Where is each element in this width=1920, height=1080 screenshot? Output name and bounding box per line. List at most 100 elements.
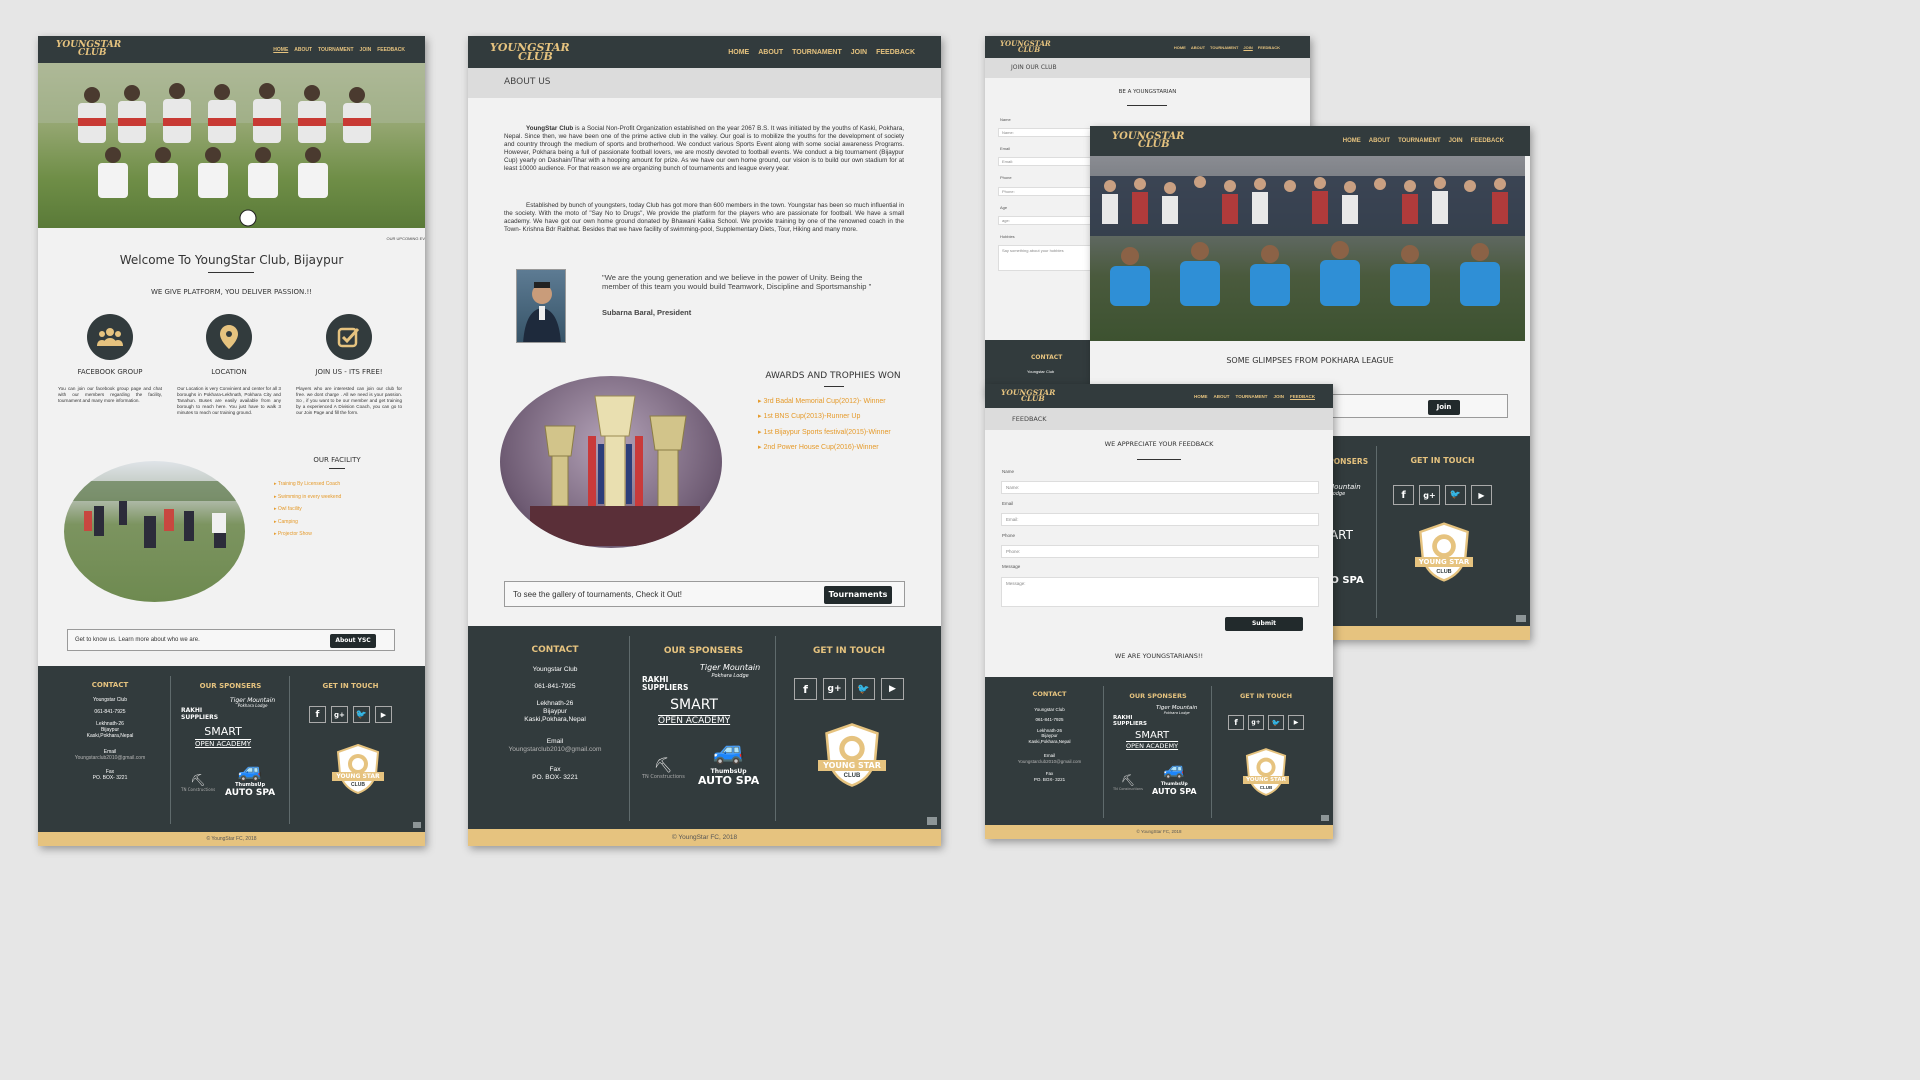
sponsor-tn: ⛏ TN Constructions [181, 773, 216, 792]
footer-touch: GET IN TOUCH f g+ 🐦 ▶ YOUNG STAR CLUB [1380, 456, 1505, 640]
sponsor-tn: ⛏ TN Constructions [1113, 774, 1143, 791]
team-photo [38, 63, 425, 228]
join-button[interactable]: Join [1428, 400, 1460, 415]
twitter-icon[interactable]: 🐦 [353, 706, 370, 723]
home-page-mockup: YOUNGSTAR CLUB HOME ABOUT TOURNAMENT JOIN… [38, 36, 425, 846]
about-ysc-button[interactable]: About YSC [330, 634, 376, 648]
nav-tournament[interactable]: TOURNAMENT [1210, 45, 1238, 50]
nav-join[interactable]: JOIN [1449, 138, 1463, 144]
facility-underline [329, 468, 345, 469]
about-cta-text: Get to know us. Learn more about who we … [75, 637, 200, 643]
scroll-top-button[interactable] [413, 822, 421, 828]
club-logo[interactable]: YOUNGSTAR CLUB [1001, 388, 1055, 402]
scroll-top-button[interactable] [1321, 815, 1329, 821]
google-plus-icon[interactable]: g+ [823, 678, 846, 700]
join-name-field[interactable]: Name: [998, 128, 1098, 137]
nav-about[interactable]: ABOUT [294, 47, 312, 53]
submit-button[interactable]: Submit [1225, 617, 1303, 631]
google-plus-icon[interactable]: g+ [1248, 715, 1264, 730]
sponsor-logos: Tiger Mountain Pokhara Lodge RAKHI SUPPLIE… [173, 698, 288, 818]
footer-email[interactable]: Youngstarclub2010@gmail.com [490, 746, 620, 754]
join-age-field[interactable]: age: [998, 216, 1098, 225]
join-hobbies-field[interactable]: Say something about your hobbies [998, 245, 1098, 271]
feature-join-text: Players who are interested can join our … [296, 386, 402, 415]
facebook-icon[interactable]: f [794, 678, 817, 700]
feedback-phone-field[interactable]: Phone: [1001, 545, 1319, 558]
nav-home[interactable]: HOME [728, 49, 749, 56]
footer-contact-title: CONTACT [1031, 354, 1063, 361]
nav-join[interactable]: JOIN [851, 49, 867, 56]
nav-feedback[interactable]: FEEDBACK [876, 49, 915, 56]
join-nav: HOME ABOUT TOURNAMENT JOIN FEEDBACK [1174, 45, 1280, 50]
nav-home[interactable]: HOME [1194, 394, 1208, 399]
footer-contact-title: CONTACT [1032, 690, 1067, 698]
welcome-title: Welcome To YoungStar Club, Bijaypur [119, 253, 344, 267]
nav-feedback[interactable]: FEEDBACK [377, 47, 405, 53]
nav-feedback[interactable]: FEEDBACK [1290, 394, 1315, 399]
nav-tournament[interactable]: TOURNAMENT [792, 49, 842, 56]
home-header: YOUNGSTAR CLUB HOME ABOUT TOURNAMENT JOIN… [38, 36, 425, 63]
sponsor-tiger: Tiger MountainPokhara Lodge [230, 697, 276, 709]
sponsor-autospa: 🚙 ThumbsUp AUTO SPA [698, 736, 760, 787]
nav-join[interactable]: JOIN [360, 47, 372, 53]
feedback-header: YOUNGSTAR CLUB HOME ABOUT TOURNAMENT JOIN… [985, 384, 1333, 408]
sponsor-autospa: 🚙 ThumbsUp AUTO SPA [1152, 759, 1197, 796]
nav-home[interactable]: HOME [273, 47, 288, 53]
facebook-icon[interactable]: f [309, 706, 326, 723]
join-title-bar: JOIN OUR CLUB [985, 58, 1310, 78]
youtube-icon[interactable]: ▶ [881, 678, 904, 700]
gallery-cta-text: To see the gallery of tournaments, Check… [513, 590, 682, 599]
nav-join[interactable]: JOIN [1273, 394, 1284, 399]
club-badge-logo: YOUNG STAR CLUB [1412, 522, 1476, 582]
nav-tournament[interactable]: TOURNAMENT [318, 47, 353, 53]
list-item: 3rd Badal Memorial Cup(2012)- Winner [758, 394, 891, 409]
nav-tournament[interactable]: TOURNAMENT [1236, 394, 1268, 399]
footer-email[interactable]: Youngstarclub2010@gmail.com [58, 755, 162, 761]
nav-about[interactable]: ABOUT [758, 49, 783, 56]
footer-sponsors-title: OUR SPONSERS [1330, 457, 1369, 466]
join-phone-field[interactable]: Phone: [998, 187, 1098, 196]
google-plus-icon[interactable]: g+ [331, 706, 348, 723]
nav-home[interactable]: HOME [1343, 138, 1361, 144]
youtube-icon[interactable]: ▶ [1288, 715, 1304, 730]
footer-touch-title: GET IN TOUCH [812, 646, 886, 656]
nav-about[interactable]: ABOUT [1191, 45, 1205, 50]
upcoming-ticker: OUR UPCOMING EV [386, 236, 425, 241]
facebook-icon[interactable]: f [1393, 485, 1414, 505]
youtube-icon[interactable]: ▶ [1471, 485, 1492, 505]
google-plus-icon[interactable]: g+ [1419, 485, 1440, 505]
footer-fax: PO. BOX- 3221 [1033, 776, 1066, 782]
nav-feedback[interactable]: FEEDBACK [1258, 45, 1280, 50]
feature-join: JOIN US - ITS FREE! Players who are inte… [296, 314, 402, 416]
feedback-name-field[interactable]: Name: [1001, 481, 1319, 494]
footer-contact: CONTACT Youngstar Club 061-841-7925 Lekh… [490, 646, 620, 846]
footer-org: Youngstar Club [1034, 706, 1065, 712]
nav-home[interactable]: HOME [1174, 45, 1186, 50]
nav-about[interactable]: ABOUT [1214, 394, 1230, 399]
join-email-field[interactable]: Email: [998, 157, 1098, 166]
club-logo[interactable]: YOUNGSTAR CLUB [1000, 40, 1051, 53]
nav-tournament[interactable]: TOURNAMENT [1398, 138, 1441, 144]
footer-divider [1211, 686, 1212, 818]
feedback-email-field[interactable]: Email: [1001, 513, 1319, 526]
sponsor-smart: SMART OPEN ACADEMY [658, 697, 731, 726]
club-logo[interactable]: YOUNGSTAR CLUB [56, 41, 121, 57]
club-logo[interactable]: YOUNGSTAR CLUB [490, 41, 570, 62]
tournaments-button[interactable]: Tournaments [824, 586, 892, 604]
car-icon: 🚙 [237, 758, 263, 782]
twitter-icon[interactable]: 🐦 [852, 678, 875, 700]
twitter-icon[interactable]: 🐦 [1445, 485, 1466, 505]
welcome-underline [208, 272, 254, 273]
facebook-icon[interactable]: f [1228, 715, 1244, 730]
club-logo[interactable]: YOUNGSTAR CLUB [1112, 131, 1184, 150]
nav-about[interactable]: ABOUT [1369, 138, 1390, 144]
footer-email[interactable]: Youngstarclub2010@gmail.com [1003, 759, 1096, 765]
youtube-icon[interactable]: ▶ [375, 706, 392, 723]
scroll-top-button[interactable] [1516, 615, 1526, 622]
feedback-message-field[interactable]: Message: [1001, 577, 1319, 607]
twitter-icon[interactable]: 🐦 [1268, 715, 1284, 730]
message-label: Message [1002, 564, 1021, 569]
nav-feedback[interactable]: FEEDBACK [1471, 138, 1504, 144]
scroll-top-button[interactable] [927, 817, 937, 825]
nav-join[interactable]: JOIN [1243, 45, 1252, 50]
